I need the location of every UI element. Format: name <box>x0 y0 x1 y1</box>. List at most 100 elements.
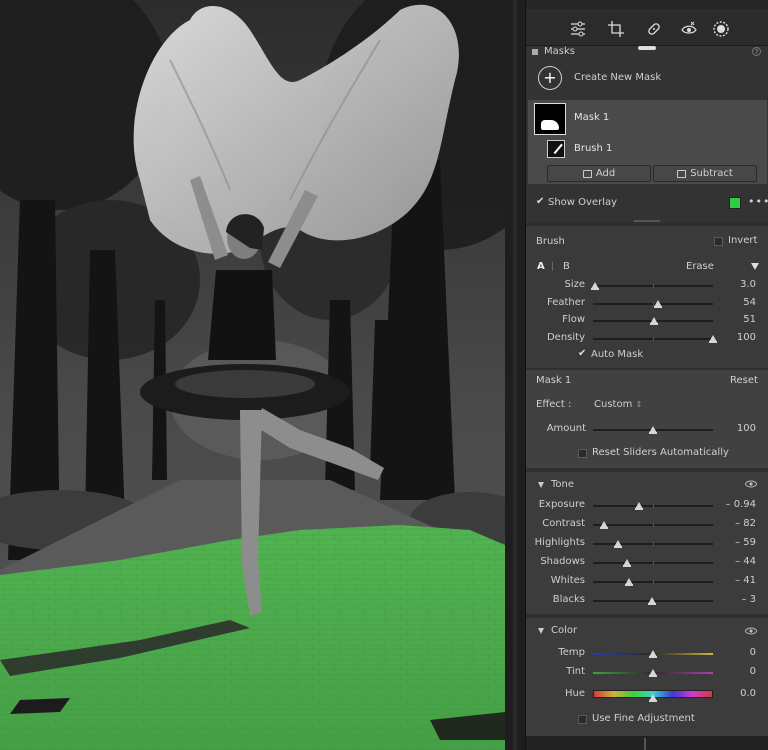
effect-label: Effect : <box>536 399 572 410</box>
density-label: Density <box>546 331 585 343</box>
temp-value[interactable]: 0 <box>716 647 756 658</box>
contrast-value[interactable]: – 82 <box>716 518 756 529</box>
contrast-slider[interactable]: Contrast – 82 <box>526 518 768 532</box>
highlights-slider[interactable]: Highlights – 59 <box>526 537 768 551</box>
mask-thumbnail[interactable] <box>534 103 566 135</box>
overlay-color-swatch[interactable] <box>729 197 741 209</box>
center-tick <box>653 504 654 508</box>
panel-drag-handle[interactable] <box>638 46 656 50</box>
invert-checkbox[interactable] <box>714 237 723 246</box>
exposure-value[interactable]: – 0.94 <box>716 499 756 510</box>
highlights-thumb[interactable] <box>614 540 623 548</box>
tone-collapse-icon[interactable] <box>538 482 544 488</box>
contrast-thumb[interactable] <box>599 521 608 529</box>
center-tick <box>653 542 654 546</box>
panel-footer <box>526 736 768 750</box>
healing-icon[interactable] <box>644 19 664 39</box>
effect-preset-dropdown[interactable]: Custom ⇕ <box>594 399 642 410</box>
reset-auto-checkbox[interactable] <box>578 449 587 458</box>
tint-thumb[interactable] <box>649 669 657 677</box>
center-tick <box>653 580 654 584</box>
flow-thumb[interactable] <box>650 317 659 325</box>
size-slider[interactable]: Size 3.0 <box>526 279 768 293</box>
show-overlay-check[interactable]: ✔ <box>536 196 544 207</box>
subtract-icon <box>677 169 687 178</box>
exposure-thumb[interactable] <box>634 502 643 510</box>
brush-1-item[interactable]: Brush 1 <box>574 143 612 154</box>
size-thumb[interactable] <box>591 282 600 290</box>
add-icon <box>582 169 592 178</box>
whites-label: Whites <box>550 575 585 586</box>
shadows-thumb[interactable] <box>622 559 631 567</box>
brush-tab-erase[interactable]: Erase <box>686 261 714 272</box>
amount-thumb[interactable] <box>649 426 657 434</box>
feather-slider[interactable]: Feather 54 <box>526 297 768 311</box>
exposure-slider[interactable]: Exposure – 0.94 <box>526 499 768 513</box>
tone-title: Tone <box>551 479 575 490</box>
temp-thumb[interactable] <box>649 650 657 658</box>
photo-image <box>0 0 505 750</box>
fine-adjust-label: Use Fine Adjustment <box>592 713 695 724</box>
hue-thumb[interactable] <box>649 694 657 702</box>
whites-thumb[interactable] <box>625 578 633 586</box>
tone-visibility-icon[interactable] <box>744 480 758 488</box>
masking-icon[interactable] <box>711 19 731 39</box>
auto-mask-check[interactable]: ✔ <box>578 348 586 359</box>
reset-auto-label: Reset Sliders Automatically <box>592 447 729 458</box>
brush-icon <box>547 140 565 158</box>
tint-slider[interactable]: Tint 0 <box>526 666 768 680</box>
brush-menu-icon[interactable] <box>751 263 759 270</box>
density-slider[interactable]: Density 100 <box>526 332 768 346</box>
blacks-slider[interactable]: Blacks – 3 <box>526 594 768 608</box>
color-collapse-icon[interactable] <box>538 628 544 634</box>
show-overlay-label: Show Overlay <box>548 197 618 208</box>
scrollbar[interactable] <box>513 0 517 750</box>
plus-icon[interactable]: + <box>538 66 562 90</box>
photo-canvas[interactable] <box>0 0 505 750</box>
temp-slider[interactable]: Temp 0 <box>526 647 768 661</box>
feather-thumb[interactable] <box>653 299 662 308</box>
whites-value[interactable]: – 41 <box>716 575 756 586</box>
tint-value[interactable]: 0 <box>716 666 756 677</box>
highlights-value[interactable]: – 59 <box>716 537 756 548</box>
flow-slider[interactable]: Flow 51 <box>526 314 768 328</box>
add-button[interactable]: Add <box>547 165 651 182</box>
crop-icon[interactable] <box>606 19 626 39</box>
hue-value[interactable]: 0.0 <box>716 688 756 699</box>
flow-value[interactable]: 51 <box>716 314 756 325</box>
panel-collapse-icon[interactable] <box>532 49 538 55</box>
edit-sliders-icon[interactable] <box>568 19 588 39</box>
density-value[interactable]: 100 <box>716 332 756 343</box>
reset-button[interactable]: Reset <box>730 375 758 386</box>
tint-label: Tint <box>566 666 585 677</box>
brush-panel: Brush Invert A B Erase Size 3.0 Feather 54 F… <box>526 226 768 368</box>
color-title: Color <box>551 625 578 636</box>
blacks-label: Blacks <box>552 594 585 605</box>
brush-tab-a[interactable]: A <box>537 261 545 272</box>
center-tick <box>653 336 654 341</box>
shadows-value[interactable]: – 44 <box>716 556 756 567</box>
scroll-gutter <box>505 0 525 750</box>
color-panel: Color Temp 0 Tint 0 Hue 0.0 Use Fine Adjustme… <box>526 618 768 750</box>
create-new-mask-button[interactable]: Create New Mask <box>574 72 661 83</box>
help-icon[interactable]: ? <box>752 47 761 56</box>
tab-separator <box>552 262 553 271</box>
brush-tab-b[interactable]: B <box>563 261 570 272</box>
more-options-icon[interactable]: ••• <box>748 195 768 208</box>
shadows-slider[interactable]: Shadows – 44 <box>526 556 768 570</box>
subtract-button[interactable]: Subtract <box>653 165 757 182</box>
center-tick <box>653 284 654 288</box>
size-value[interactable]: 3.0 <box>716 279 756 290</box>
whites-slider[interactable]: Whites – 41 <box>526 575 768 589</box>
blacks-value[interactable]: – 3 <box>716 594 756 605</box>
tone-panel: Tone Exposure – 0.94 Contrast – 82 Highlight… <box>526 472 768 614</box>
hue-slider[interactable]: Hue 0.0 <box>526 688 768 702</box>
fine-adjust-checkbox[interactable] <box>578 715 587 724</box>
blacks-thumb[interactable] <box>647 597 656 605</box>
amount-slider[interactable]: Amount100 <box>526 423 768 437</box>
redeye-icon[interactable] <box>679 19 699 39</box>
feather-value[interactable]: 54 <box>716 297 756 308</box>
mask-1-item[interactable]: Mask 1 <box>574 112 609 123</box>
amount-value[interactable]: 100 <box>716 423 756 434</box>
color-visibility-icon[interactable] <box>744 627 758 635</box>
